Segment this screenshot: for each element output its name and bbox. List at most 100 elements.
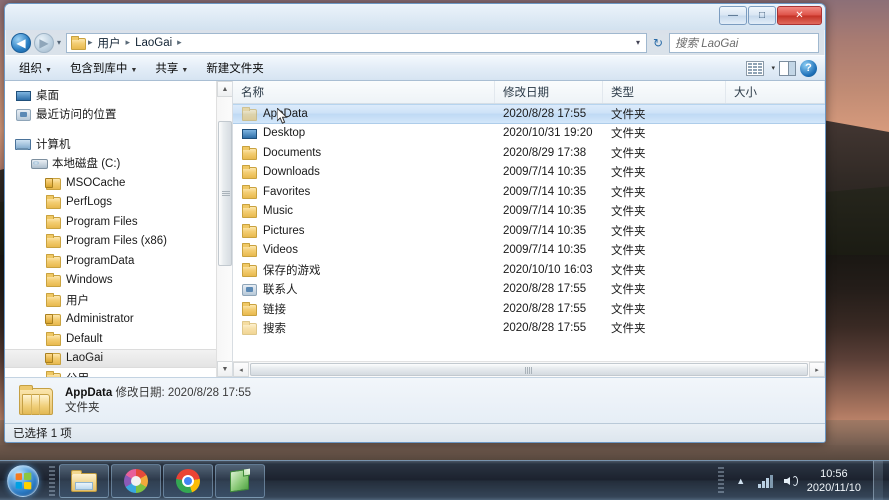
hscrollbar-thumb[interactable] <box>250 363 808 376</box>
network-icon[interactable] <box>757 474 775 488</box>
show-hidden-icons-button[interactable]: ▲ <box>732 473 750 489</box>
folder-games-icon <box>241 262 257 277</box>
show-desktop-button[interactable] <box>873 460 883 500</box>
file-list-hscrollbar[interactable]: ◂ ▸ <box>233 361 825 377</box>
hscroll-left-icon[interactable]: ◂ <box>233 362 249 377</box>
hscroll-right-icon[interactable]: ▸ <box>809 362 825 377</box>
sidebar-item-windows[interactable]: Windows <box>5 271 232 291</box>
table-row[interactable]: 链接 2020/8/28 17:55 文件夹 <box>233 299 825 319</box>
table-row[interactable]: Favorites 2009/7/14 10:35 文件夹 <box>233 182 825 202</box>
explorer-window: — □ ✕ ◀ ▶ ▾ ▸ 用户 ▸ LaoGai ▸ ▾ ↻ 搜索 LaoGa… <box>4 3 826 443</box>
table-row[interactable]: Documents 2020/8/29 17:38 文件夹 <box>233 143 825 163</box>
taskbar-chrome-button[interactable] <box>163 463 213 498</box>
folder-icon <box>45 195 61 210</box>
table-row[interactable]: Videos 2009/7/14 10:35 文件夹 <box>233 241 825 261</box>
folder-contacts-icon <box>241 282 257 297</box>
column-header-type[interactable]: 类型 <box>603 81 726 103</box>
file-name: Videos <box>263 244 298 257</box>
view-options-icon[interactable] <box>746 60 765 76</box>
sidebar-item-default[interactable]: Default <box>5 329 232 349</box>
column-header-date[interactable]: 修改日期 <box>495 81 603 103</box>
table-row[interactable]: Pictures 2009/7/14 10:35 文件夹 <box>233 221 825 241</box>
toolbar-organize[interactable]: 组织 ▼ <box>11 57 60 79</box>
sidebar-item-users[interactable]: 用户 <box>5 290 232 310</box>
sidebar-item-public[interactable]: 公用 <box>5 368 232 377</box>
history-dropdown-icon[interactable]: ▾ <box>57 38 61 47</box>
sidebar-item-recent-places[interactable]: 最近访问的位置 <box>5 105 232 125</box>
toolbar-new-folder[interactable]: 新建文件夹 <box>198 57 272 79</box>
file-name: 联系人 <box>263 284 298 297</box>
sidebar-scrollbar-thumb[interactable] <box>218 121 232 266</box>
address-folder-icon <box>70 35 87 50</box>
column-header-name[interactable]: 名称 <box>233 81 495 103</box>
sidebar-item-label: 桌面 <box>36 89 59 102</box>
folder-icon <box>241 204 257 219</box>
sidebar-item-perflogs[interactable]: PerfLogs <box>5 193 232 213</box>
search-box[interactable]: 搜索 LaoGai <box>669 32 819 53</box>
back-button[interactable]: ◀ <box>11 32 31 53</box>
sidebar-item-label: Program Files (x86) <box>66 235 167 248</box>
breadcrumb-item-users[interactable]: 用户 <box>95 34 124 52</box>
column-header-size[interactable]: 大小 <box>726 81 825 103</box>
clock[interactable]: 10:56 2020/11/10 <box>807 467 865 495</box>
refresh-icon[interactable]: ↻ <box>650 36 666 50</box>
sidebar-item-programdata[interactable]: ProgramData <box>5 251 232 271</box>
forward-button[interactable]: ▶ <box>34 32 54 53</box>
table-row[interactable]: 搜索 2020/8/28 17:55 文件夹 <box>233 319 825 339</box>
window-titlebar[interactable]: — □ ✕ <box>5 4 825 30</box>
sidebar-item-label: Program Files <box>66 215 138 228</box>
clock-time: 10:56 <box>820 467 848 480</box>
file-date-cell: 2009/7/14 10:35 <box>503 166 587 179</box>
sidebar-item-program-files[interactable]: Program Files <box>5 212 232 232</box>
desktop: — □ ✕ ◀ ▶ ▾ ▸ 用户 ▸ LaoGai ▸ ▾ ↻ 搜索 LaoGa… <box>0 0 889 500</box>
table-row[interactable]: AppData 2020/8/28 17:55 文件夹 <box>233 104 825 124</box>
toolbar-include-in-library[interactable]: 包含到库中 ▼ <box>62 57 145 79</box>
scroll-down-icon[interactable]: ▼ <box>217 361 232 377</box>
taskbar-notes-button[interactable] <box>215 463 265 498</box>
view-dropdown-icon[interactable]: ▾ <box>771 64 775 72</box>
sidebar-item-laogai[interactable]: LaoGai <box>5 348 232 368</box>
table-row[interactable]: Desktop 2020/10/31 19:20 文件夹 <box>233 124 825 144</box>
sidebar-item-program-files-x86[interactable]: Program Files (x86) <box>5 232 232 252</box>
toolbar-share[interactable]: 共享 ▼ <box>147 57 196 79</box>
breadcrumb-separator-2[interactable]: ▸ <box>177 37 182 48</box>
minimize-button[interactable]: — <box>719 6 747 25</box>
file-name: Music <box>263 205 294 218</box>
start-button[interactable] <box>0 462 46 500</box>
details-meta-label: 修改日期: <box>115 386 165 399</box>
sidebar-item-computer[interactable]: 计算机 <box>5 134 232 154</box>
file-type-cell: 文件夹 <box>611 323 646 336</box>
file-date-cell: 2020/8/28 17:55 <box>503 302 587 315</box>
sidebar-item-msocache[interactable]: MSOCache <box>5 173 232 193</box>
breadcrumb-item-laogai[interactable]: LaoGai <box>132 36 175 50</box>
table-row[interactable]: 保存的游戏 2020/10/10 16:03 文件夹 <box>233 260 825 280</box>
scroll-up-icon[interactable]: ▲ <box>217 81 232 97</box>
sidebar-item-desktop[interactable]: 桌面 <box>5 85 232 105</box>
details-text: AppData 修改日期: 2020/8/28 17:55 文件夹 <box>65 386 251 416</box>
chevron-down-icon: ▼ <box>45 67 52 74</box>
file-date-cell: 2009/7/14 10:35 <box>503 224 587 237</box>
toolbar-include-label: 包含到库中 <box>69 63 128 75</box>
preview-pane-icon[interactable] <box>779 60 796 76</box>
taskbar-explorer-button[interactable] <box>59 463 109 498</box>
table-row[interactable]: 联系人 2020/8/28 17:55 文件夹 <box>233 280 825 300</box>
folder-lock-icon <box>45 176 61 190</box>
table-row[interactable]: Downloads 2009/7/14 10:35 文件夹 <box>233 163 825 183</box>
toolbar-new-folder-label: 新建文件夹 <box>206 63 264 75</box>
table-row[interactable]: Music 2009/7/14 10:35 文件夹 <box>233 202 825 222</box>
taskbar-pinwheel-browser-button[interactable] <box>111 463 161 498</box>
status-bar: 已选择 1 项 <box>5 423 825 442</box>
sidebar-item-label: Windows <box>66 274 113 287</box>
sidebar-item-administrator[interactable]: Administrator <box>5 310 232 330</box>
maximize-button[interactable]: □ <box>748 6 776 25</box>
address-bar-row: ◀ ▶ ▾ ▸ 用户 ▸ LaoGai ▸ ▾ ↻ 搜索 LaoGai <box>5 30 825 55</box>
sidebar-item-drive-c[interactable]: 本地磁盘 (C:) <box>5 154 232 174</box>
volume-icon[interactable] <box>783 473 799 489</box>
address-bar[interactable]: ▸ 用户 ▸ LaoGai ▸ ▾ <box>66 32 647 53</box>
sidebar-scrollbar[interactable]: ▲ ▼ <box>216 81 232 377</box>
close-button[interactable]: ✕ <box>777 6 822 25</box>
column-header-row: 名称 修改日期 类型 大小 <box>233 81 825 104</box>
file-name-cell: 链接 <box>233 301 495 317</box>
address-dropdown-icon[interactable]: ▾ <box>636 38 643 47</box>
help-icon[interactable]: ? <box>800 59 817 77</box>
